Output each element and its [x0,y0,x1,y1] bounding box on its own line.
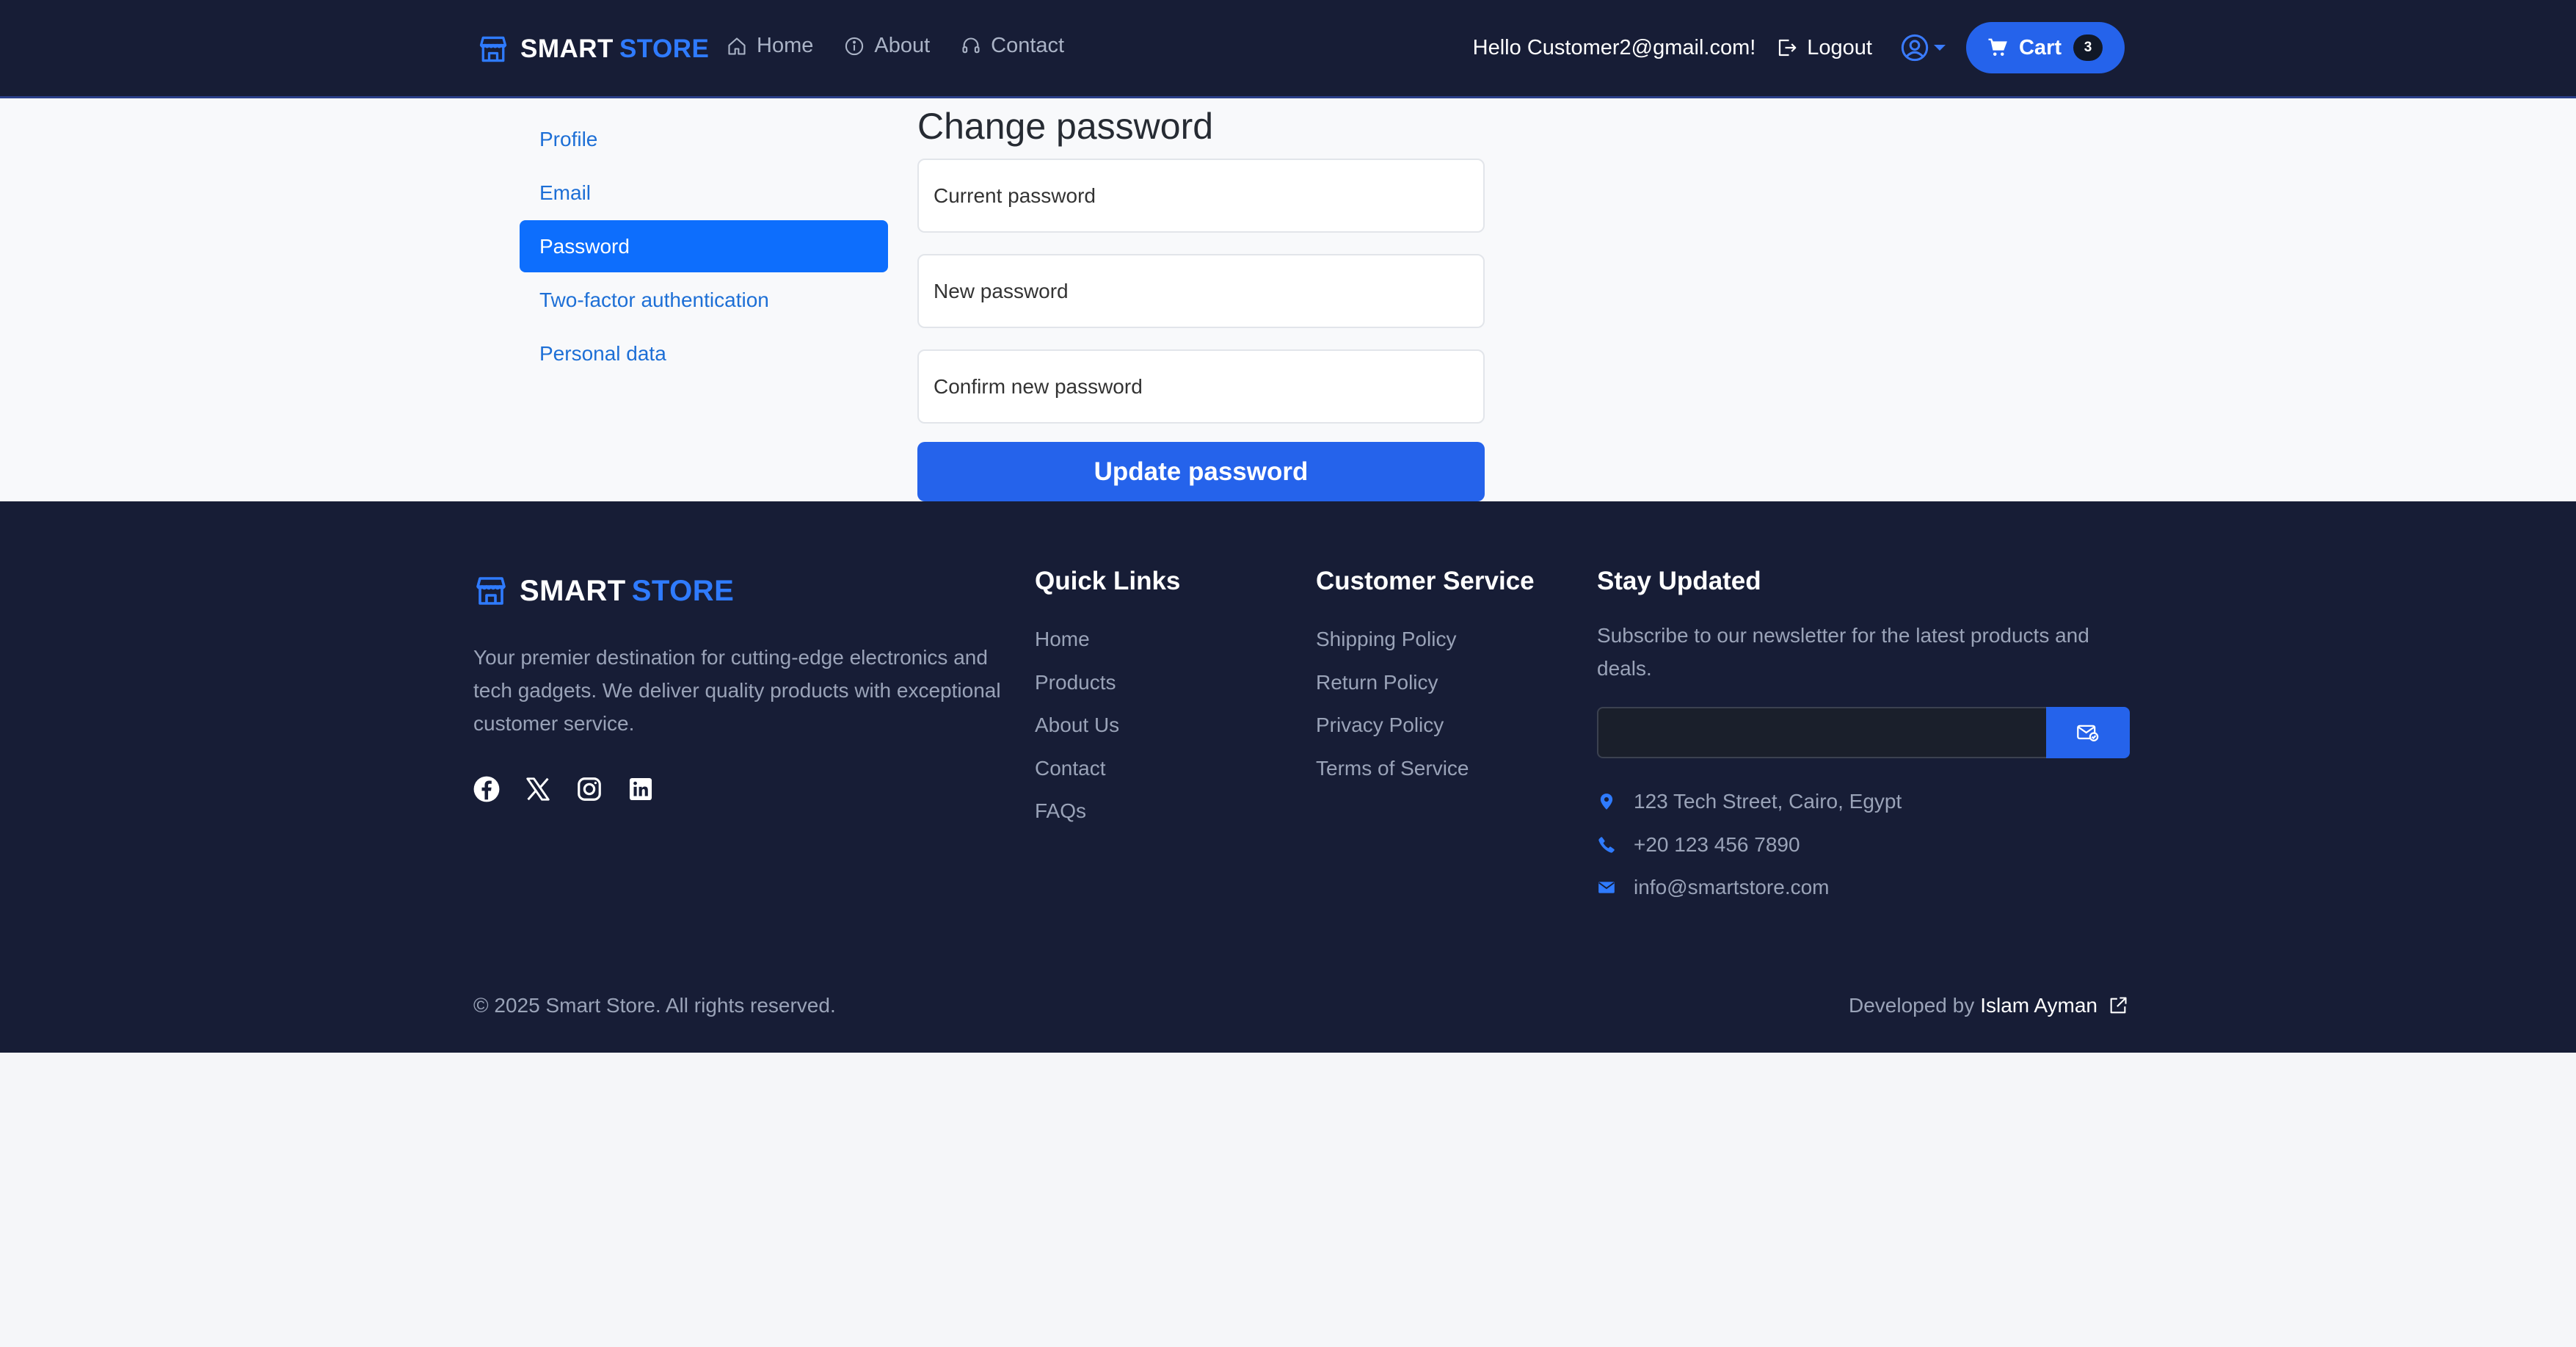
user-menu-dropdown[interactable] [1900,33,1946,62]
x-twitter-icon[interactable] [524,775,552,803]
footer-description: Your premier destination for cutting-edg… [473,646,1001,735]
sidebar-item-email[interactable]: Email [520,167,888,219]
page-title: Change password [917,106,1214,147]
logout-icon [1779,39,1797,57]
instagram-icon[interactable] [575,775,603,803]
developer-link[interactable]: Islam Ayman [1980,994,2097,1017]
confirm-password-input[interactable] [934,351,1462,422]
logout-label: Logout [1807,35,1872,59]
brand-name: SMART STORE [520,35,709,64]
map-pin-icon [1600,794,1613,810]
footer-link-contact[interactable]: Contact [1035,754,1180,797]
site-footer: SMART STORE Your premier destination for … [0,501,2576,1053]
footer-brand-part-2: STORE [631,574,735,607]
linkedin-icon[interactable] [627,775,655,803]
new-password-input[interactable] [934,255,1462,327]
brand-part-1: SMART [520,35,614,63]
contact-email-text[interactable]: info@smartstore.com [1634,876,1830,899]
envelope-check-icon [2077,725,2099,742]
sidebar-item-profile[interactable]: Profile [520,113,888,165]
contact-address-text: 123 Tech Street, Cairo, Egypt [1634,790,1902,813]
quick-links-column: Quick Links Home Products About Us Conta… [1035,564,1180,840]
footer-link-terms[interactable]: Terms of Service [1316,754,1535,797]
social-links [473,775,678,803]
newsletter-email-input[interactable] [1597,707,2049,758]
logout-button[interactable]: Logout [1776,36,1872,60]
contact-phone: +20 123 456 7890 [1597,824,2133,867]
confirm-password-field [917,349,1485,424]
newsletter-subscribe-button[interactable] [2046,707,2130,758]
store-icon [476,577,506,605]
contact-phone-text: +20 123 456 7890 [1634,832,1800,856]
cart-button[interactable]: Cart 3 [1965,22,2125,73]
info-icon [845,37,864,55]
customer-service-title: Customer Service [1316,567,1535,595]
footer-link-about-us[interactable]: About Us [1035,711,1180,754]
customer-service-column: Customer Service Shipping Policy Return … [1316,564,1535,796]
page-background [0,1053,2576,1347]
newsletter-form [1597,707,2130,758]
footer-brand-part-1: SMART [520,574,626,607]
copyright-text: © 2025 Smart Store. All rights reserved. [473,994,836,1017]
sidebar-item-password[interactable]: Password [520,220,888,272]
main-nav: Home About Contact [727,34,1095,58]
footer-brand-name: SMART STORE [520,575,734,608]
contact-email: info@smartstore.com [1597,866,2133,910]
footer-link-privacy-policy[interactable]: Privacy Policy [1316,711,1535,754]
cart-count-badge: 3 [2073,35,2103,61]
headset-icon [962,37,980,53]
brand-logo[interactable]: SMART STORE [476,32,709,66]
developed-by-label: Developed by [1848,994,1975,1017]
navbar-container: SMART STORE Home About Contact Hello Cust… [473,0,2125,98]
developer-credit: Developed by Islam Ayman [1849,994,2128,1017]
envelope-icon [1598,882,1615,893]
store-icon [479,36,507,62]
sidebar-item-two-factor[interactable]: Two-factor authentication [520,274,888,326]
home-icon [728,37,746,55]
footer-link-faqs[interactable]: FAQs [1035,796,1180,840]
footer-link-home[interactable]: Home [1035,625,1180,668]
sidebar-item-personal-data[interactable]: Personal data [520,327,888,380]
cart-icon [1988,38,2007,56]
facebook-icon[interactable] [473,775,501,803]
nav-link-home[interactable]: Home [727,34,813,58]
external-link-icon[interactable] [2108,995,2128,1016]
footer-brand[interactable]: SMART STORE [473,573,734,609]
current-password-field [917,159,1485,233]
account-sidebar: Profile Email Password Two-factor authen… [520,113,888,381]
user-greeting: Hello Customer2@gmail.com! [1472,35,1756,59]
stay-updated-column: Stay Updated Subscribe to our newsletter… [1597,564,2133,910]
user-circle-icon [1901,34,1929,62]
update-password-button[interactable]: Update password [917,442,1485,501]
top-navbar: SMART STORE Home About Contact Hello Cust… [0,0,2576,98]
nav-link-about[interactable]: About [844,34,930,58]
quick-links-title: Quick Links [1035,567,1181,595]
footer-link-return-policy[interactable]: Return Policy [1316,668,1535,711]
newsletter-text: Subscribe to our newsletter for the late… [1597,624,2089,680]
footer-bottom-bar: © 2025 Smart Store. All rights reserved.… [473,994,2128,1023]
contact-address: 123 Tech Street, Cairo, Egypt [1597,780,2133,824]
nav-link-contact[interactable]: Contact [961,34,1064,58]
navbar-right: Hello Customer2@gmail.com! Logout Cart 3 [1473,22,2125,73]
brand-part-2: STORE [619,35,710,63]
current-password-input[interactable] [934,160,1462,231]
phone-icon [1598,836,1615,853]
footer-link-products[interactable]: Products [1035,668,1180,711]
nav-link-label: Contact [991,34,1065,57]
chevron-down-icon [1933,45,1946,51]
main-content: Profile Email Password Two-factor authen… [0,98,2576,501]
contact-info: 123 Tech Street, Cairo, Egypt +20 123 45… [1597,780,2133,910]
cart-label: Cart [2018,35,2062,59]
stay-updated-title: Stay Updated [1597,567,1761,595]
footer-link-shipping-policy[interactable]: Shipping Policy [1316,625,1535,668]
change-password-form: Change password Update password [917,103,1485,501]
new-password-field [917,254,1485,328]
nav-link-label: About [874,34,931,57]
nav-link-label: Home [757,34,814,57]
